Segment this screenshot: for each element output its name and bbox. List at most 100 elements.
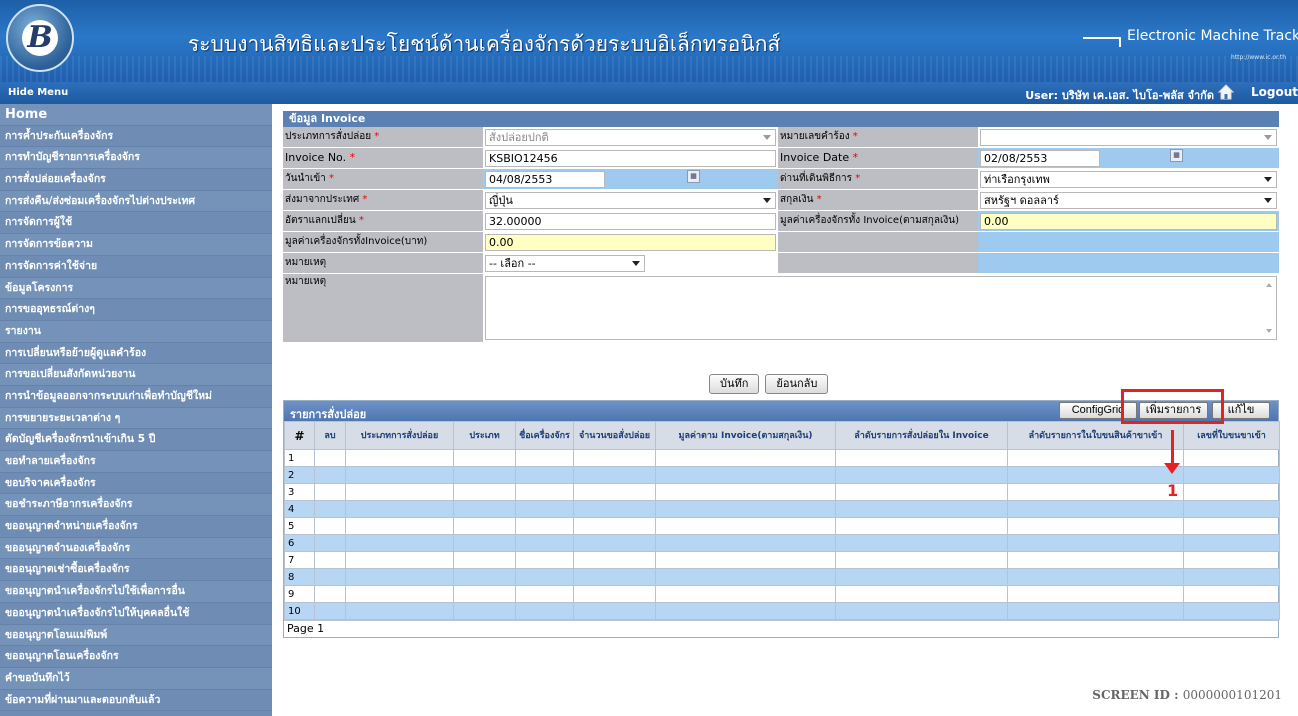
save-button[interactable]: บันทึก xyxy=(709,374,760,394)
total-currency-input[interactable]: 0.00 xyxy=(980,213,1277,230)
from-country-select[interactable]: ญี่ปุ่น xyxy=(485,192,776,209)
table-row[interactable]: 7 xyxy=(284,551,1280,569)
remark-select-value: -- เลือก -- xyxy=(489,257,536,270)
sidebar-item[interactable]: ขอบริจาคเครื่องจักร xyxy=(0,473,272,495)
required-mark: * xyxy=(328,173,334,184)
chevron-down-icon xyxy=(763,135,771,140)
top-menubar: Hide Menu User: บริษัท เค.เอส. ไบโอ-พลัส… xyxy=(0,82,1298,104)
sidebar-item[interactable]: ขอชำระภาษีอากรเครื่องจักร xyxy=(0,494,272,517)
table-row[interactable]: 1 xyxy=(284,449,1280,467)
col-header[interactable]: เลขที่ใบขนขาเข้า xyxy=(1183,421,1280,450)
sidebar-item[interactable]: ขออนุญาตนำเครื่องจักรไปให้บุคคลอื่นใช้ xyxy=(0,603,272,625)
total-currency-label: มูลค่าเครื่องจักรทั้ง Invoice(ตามสกุลเงิ… xyxy=(778,211,978,231)
sidebar-item[interactable]: ขออนุญาตโอนแม่พิมพ์ xyxy=(0,624,272,647)
home-icon[interactable] xyxy=(1218,84,1234,100)
sidebar-item[interactable]: การจัดการผู้ใช้ xyxy=(0,212,272,235)
exchange-rate-input[interactable]: 32.00000 xyxy=(485,213,776,230)
currency-select[interactable]: สหรัฐฯ ดอลลาร์ xyxy=(980,192,1277,209)
table-row[interactable]: 5 xyxy=(284,517,1280,535)
table-row[interactable]: 8 xyxy=(284,568,1280,586)
scroll-up-icon[interactable] xyxy=(1266,283,1272,287)
sidebar-item[interactable]: ตัดบัญชีเครื่องจักรนำเข้าเกิน 5 ปี xyxy=(0,429,272,451)
remark-select-label: หมายเหตุ xyxy=(283,253,483,273)
sidebar-item[interactable]: การขยายระยะเวลาต่าง ๆ xyxy=(0,407,272,430)
sidebar-item[interactable]: การขอเปลี่ยนสังกัดหน่วยงาน xyxy=(0,364,272,386)
row-number: 3 xyxy=(284,483,315,501)
currency-value: สหรัฐฯ ดอลลาร์ xyxy=(984,194,1059,207)
scroll-down-icon[interactable] xyxy=(1266,329,1272,333)
release-type-select[interactable]: สั่งปล่อยปกติ xyxy=(485,129,776,146)
sidebar-item[interactable]: รายงาน xyxy=(0,320,272,343)
sidebar-item-home[interactable]: Home xyxy=(0,104,272,126)
col-header[interactable]: ประเภทการสั่งปล่อย xyxy=(345,421,454,450)
required-mark: * xyxy=(852,151,859,164)
table-row[interactable]: 10 xyxy=(284,602,1280,620)
remark-textarea[interactable] xyxy=(485,276,1277,340)
sidebar-item[interactable]: การค้ำประกันเครื่องจักร xyxy=(0,126,272,148)
table-row[interactable]: 9 xyxy=(284,585,1280,603)
col-header[interactable]: มูลค่าตาม Invoice(ตามสกุลเงิน) xyxy=(655,421,836,450)
sidebar-item[interactable]: การจัดการค่าใช้จ่าย xyxy=(0,256,272,278)
annotation-highlight-box xyxy=(1121,389,1224,424)
sidebar-item[interactable]: ข้อมูลโครงการ xyxy=(0,277,272,300)
sidebar-item[interactable]: การเปลี่ยนหรือย้ายผู้ดูแลคำร้อง xyxy=(0,343,272,365)
calendar-icon[interactable]: ▦ xyxy=(687,170,700,183)
chevron-down-icon xyxy=(632,261,640,266)
total-baht-input[interactable]: 0.00 xyxy=(485,234,776,251)
sidebar-item[interactable]: การนำข้อมูลออกจากระบบเก่าเพื่อทำบัญชีใหม… xyxy=(0,386,272,408)
required-mark: * xyxy=(816,194,822,205)
request-no-label: หมายเลขคำร้อง xyxy=(780,131,850,142)
form-actions: บันทึก ย้อนกลับ xyxy=(709,374,829,394)
customs-select[interactable]: ท่าเรือกรุงเทพ xyxy=(980,171,1277,188)
import-date-label: วันนำเข้า xyxy=(285,173,326,184)
from-country-value: ญี่ปุ่น xyxy=(489,194,513,207)
sidebar-item[interactable]: ขออนุญาตจำนองเครื่องจักร xyxy=(0,537,272,560)
col-header[interactable]: ประเภท xyxy=(453,421,516,450)
col-header[interactable]: ชื่อเครื่องจักร xyxy=(515,421,574,450)
grid-title: รายการสั่งปล่อย xyxy=(290,408,367,421)
import-date-input[interactable]: 04/08/2553 xyxy=(485,171,605,188)
col-header: ลบ xyxy=(314,421,346,450)
customs-label: ด่านที่เดินพิธีการ xyxy=(780,173,853,184)
col-header: # xyxy=(284,421,315,450)
user-label: User: บริษัท เค.เอส. ไบโอ-พลัส จำกัด xyxy=(1025,89,1214,102)
sidebar-item[interactable]: ขออนุญาตนำเครื่องจักรไปใช้เพื่อการอื่น xyxy=(0,581,272,603)
brand-url: http://www.ic.or.th xyxy=(1231,54,1286,61)
sidebar-item[interactable]: ข้อความที่ผ่านมาและตอบกลับแล้ว xyxy=(0,690,272,712)
sidebar-item[interactable]: การจัดการข้อความ xyxy=(0,234,272,256)
hide-menu-link[interactable]: Hide Menu xyxy=(8,87,68,98)
sidebar-item[interactable]: คำขอบันทึกไว้ xyxy=(0,667,272,690)
sidebar-item[interactable]: ขออนุญาตเช่าซื้อเครื่องจักร xyxy=(0,559,272,582)
sidebar-item[interactable]: การสั่งปล่อยเครื่องจักร xyxy=(0,169,272,191)
table-row[interactable]: 4 xyxy=(284,500,1280,518)
col-header[interactable]: จำนวนขอสั่งปล่อย xyxy=(573,421,656,450)
back-button[interactable]: ย้อนกลับ xyxy=(765,374,829,394)
col-header[interactable]: ลำดับรายการในใบขนสินค้าขาเข้า xyxy=(1007,421,1184,450)
remark-select[interactable]: -- เลือก -- xyxy=(485,255,645,272)
sidebar-item[interactable]: การส่งคืน/ส่งซ่อมเครื่องจักรไปต่างประเทศ xyxy=(0,190,272,213)
logout-link[interactable]: Logout xyxy=(1251,85,1298,99)
grid-table: # ลบ ประเภทการสั่งปล่อย ประเภท ชื่อเครื่… xyxy=(284,421,1280,620)
col-header[interactable]: ลำดับรายการสั่งปล่อยใน Invoice xyxy=(835,421,1008,450)
required-mark: * xyxy=(349,151,356,164)
chevron-down-icon xyxy=(763,198,771,203)
table-row[interactable]: 2 xyxy=(284,466,1280,484)
table-row[interactable]: 3 xyxy=(284,483,1280,501)
annotation-number: 1 xyxy=(1167,481,1179,500)
invoice-no-input[interactable]: KSBIO12456 xyxy=(485,150,776,167)
annotation-arrow xyxy=(1171,430,1174,465)
sidebar-item[interactable]: การขออุทธรณ์ต่างๆ xyxy=(0,299,272,321)
invoice-date-label: Invoice Date xyxy=(780,151,850,164)
table-row[interactable]: 6 xyxy=(284,534,1280,552)
invoice-date-input[interactable]: 02/08/2553 xyxy=(980,150,1100,167)
sidebar-item[interactable]: ขอทำลายเครื่องจักร xyxy=(0,451,272,473)
chevron-down-icon xyxy=(1264,135,1272,140)
sidebar-item[interactable]: ขออนุญาตจำหน่ายเครื่องจักร xyxy=(0,516,272,538)
sidebar-item[interactable]: การทำบัญชีรายการเครื่องจักร xyxy=(0,147,272,170)
release-type-value: สั่งปล่อยปกติ xyxy=(489,131,549,144)
remark-text-label: หมายเหตุ xyxy=(283,274,483,342)
invoice-no-label: Invoice No. xyxy=(285,151,347,164)
request-no-select[interactable] xyxy=(980,129,1277,146)
calendar-icon[interactable]: ▦ xyxy=(1170,149,1183,162)
sidebar-item[interactable]: ขออนุญาตโอนเครื่องจักร xyxy=(0,646,272,668)
